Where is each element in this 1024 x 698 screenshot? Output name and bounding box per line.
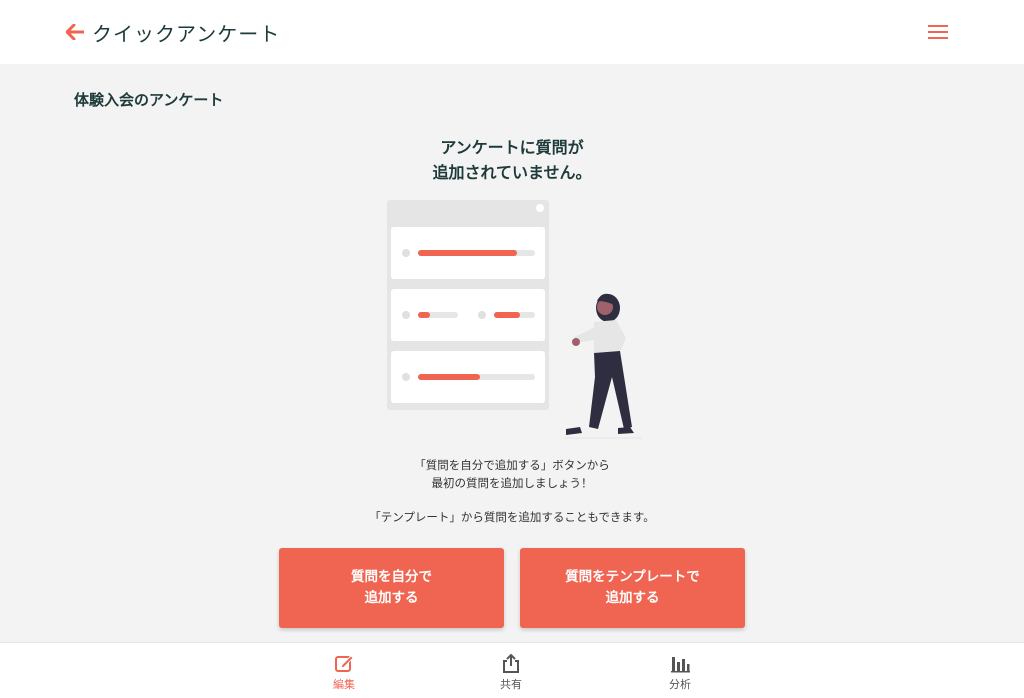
nav-share-tab[interactable]: 共有	[476, 643, 546, 698]
nav-edit-label: 編集	[333, 678, 355, 691]
back-button[interactable]	[64, 20, 86, 44]
nav-share-label: 共有	[500, 678, 522, 691]
app-title: クイックアンケート	[92, 22, 281, 46]
add-question-self-button[interactable]: 質問を自分で 追加する	[279, 548, 504, 628]
edit-icon	[335, 655, 354, 672]
empty-state-heading: アンケートに質問が 追加されていません。	[312, 135, 712, 185]
add-self-label-line1: 質問を自分で	[351, 569, 432, 585]
empty-survey-illustration	[387, 200, 642, 439]
survey-title: 体験入会のアンケート	[74, 91, 224, 109]
add-self-label-line2: 追加する	[364, 590, 419, 606]
bar-chart-icon	[671, 657, 690, 673]
empty-state-heading-line1: アンケートに質問が	[440, 138, 584, 157]
share-icon	[503, 653, 519, 673]
hamburger-menu-icon	[928, 25, 948, 39]
top-app-bar: クイックアンケート	[0, 0, 1024, 64]
nav-edit-tab[interactable]: 編集	[309, 643, 379, 698]
menu-button[interactable]	[926, 22, 950, 42]
arrow-left-icon	[66, 24, 84, 40]
empty-state-hint: 「質問を自分で追加する」ボタンから 最初の質問を追加しましょう！	[312, 456, 712, 492]
template-hint: 「テンプレート」から質問を追加することもできます。	[369, 510, 655, 524]
nav-analysis-tab[interactable]: 分析	[645, 643, 715, 698]
add-template-label-line1: 質問をテンプレートで	[565, 569, 700, 585]
empty-state-heading-line2: 追加されていません。	[432, 163, 592, 182]
add-template-label-line2: 追加する	[605, 590, 660, 606]
bottom-navigation: 編集 共有 分析	[0, 642, 1024, 698]
hint-line1: 「質問を自分で追加する」ボタンから	[414, 458, 610, 472]
add-question-template-button[interactable]: 質問をテンプレートで 追加する	[520, 548, 745, 628]
hint-line2: 最初の質問を追加しましょう！	[431, 476, 593, 490]
nav-analysis-label: 分析	[669, 678, 691, 691]
